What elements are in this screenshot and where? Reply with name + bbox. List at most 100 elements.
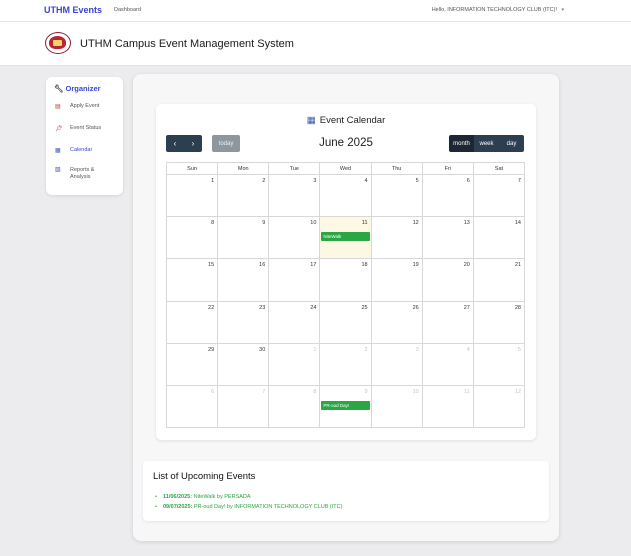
calendar-day-cell[interactable]: 29 — [167, 343, 219, 385]
day-number: 2 — [262, 178, 266, 184]
day-number: 26 — [412, 304, 419, 311]
day-number: 9 — [364, 388, 368, 395]
sidebar-item-event-status[interactable]: 📌︎ Event Status — [55, 125, 101, 132]
calendar-day-cell[interactable]: 16 — [218, 259, 270, 301]
nav-dashboard-link[interactable]: Dashboard — [114, 7, 141, 13]
sidebar-heading: 🔧︎ Organizer — [54, 84, 101, 93]
page-header: UTHM Campus Event Management System — [0, 22, 631, 66]
sidebar-item-calendar[interactable]: ▦ Calendar — [55, 147, 92, 154]
calendar-day-cell[interactable]: 3 — [269, 175, 321, 217]
upcoming-event-item[interactable]: 11/06/2025: NiteWalk by PERSADA — [155, 492, 342, 502]
calendar-day-cell[interactable]: 12 — [474, 386, 524, 427]
event-text: NiteWalk by PERSADA — [192, 494, 251, 500]
chart-icon: ▧ — [55, 167, 61, 173]
calendar-day-cell[interactable]: 13 — [423, 217, 474, 259]
user-menu[interactable]: Hello, INFORMATION TECHNOLOGY CLUB (ITC)… — [432, 7, 557, 13]
sidebar-item-label: Event Status — [70, 125, 102, 131]
weekday-header: Wed — [320, 163, 372, 174]
day-number: 15 — [208, 262, 215, 269]
calendar-day-cell[interactable]: 9 — [218, 217, 270, 259]
calendar-day-cell[interactable]: 20 — [423, 259, 474, 301]
day-number: 4 — [364, 178, 368, 184]
calendar-day-cell[interactable]: 3 — [372, 343, 423, 385]
weekday-header: Sat — [494, 166, 504, 172]
day-number: 12 — [412, 220, 419, 227]
day-number: 16 — [259, 262, 266, 269]
event-date: 11/06/2025: — [163, 494, 193, 500]
calendar-day-cell[interactable]: 7 — [218, 385, 270, 428]
calendar-day-cell[interactable]: 24 — [269, 301, 321, 343]
calendar-day-cell[interactable]: 14 — [474, 217, 524, 258]
calendar-weeks: 1 2 3 4 5 6 7 8 9 10 11 NiteWalk 12 13 14 15 16 17 18 19 20 2… — [166, 175, 525, 429]
calendar-day-cell[interactable]: 26 — [372, 301, 423, 343]
day-number: 4 — [466, 346, 470, 353]
sidebar-heading-label: Organizer — [65, 84, 101, 93]
calendar-day-cell[interactable]: 22 — [167, 301, 219, 343]
day-number: 24 — [310, 304, 317, 311]
calendar-day-cell[interactable]: 23 — [218, 301, 270, 343]
calendar-day-cell[interactable]: 17 — [269, 259, 321, 301]
sidebar-item-apply-event[interactable]: ▤ Apply Event — [55, 103, 99, 110]
view-day-button[interactable]: day — [499, 135, 524, 152]
calendar-week-row: 15 16 17 18 19 20 21 — [166, 259, 525, 302]
calendar-day-cell[interactable]: 11 NiteWalk — [320, 217, 372, 259]
sidebar-item-reports[interactable]: ▧ Reports & Analysis — [55, 167, 113, 181]
calendar-day-cell[interactable]: 15 — [167, 259, 219, 301]
calendar-day-cell[interactable]: 5 — [372, 175, 423, 217]
calendar-day-cell[interactable]: 28 — [474, 302, 524, 343]
calendar-day-cell[interactable]: 2 — [218, 175, 270, 217]
calendar-day-cell[interactable]: 18 — [320, 259, 372, 301]
upcoming-event-item[interactable]: 09/07/2025: PR-oud Day! by INFORMATION T… — [155, 502, 342, 512]
calendar-day-cell[interactable]: 6 — [167, 385, 219, 428]
calendar-day-cell[interactable]: 27 — [423, 301, 474, 343]
calendar-day-cell[interactable]: 2 — [320, 343, 372, 385]
event-text: PR-oud Day! by INFORMATION TECHNOLOGY CL… — [192, 504, 343, 510]
calendar-day-cell[interactable]: 5 — [474, 344, 524, 385]
calendar-title: ▦ Event Calendar — [156, 115, 536, 126]
calendar-card: ▦ Event Calendar ‹ › today June 2025 mont… — [156, 104, 536, 440]
upcoming-events-title: List of Upcoming Events — [153, 471, 256, 482]
calendar-title-label: Event Calendar — [319, 115, 386, 126]
calendar-event[interactable]: PR-oud Day! — [321, 400, 370, 410]
calendar-day-cell[interactable]: 21 — [474, 259, 524, 300]
calendar-day-cell[interactable]: 8 — [167, 217, 219, 259]
calendar-day-cell[interactable]: 30 — [218, 343, 270, 385]
upcoming-events-card: List of Upcoming Events 11/06/2025: Nite… — [143, 461, 549, 521]
weekday-header: Thu — [372, 163, 423, 174]
calendar-day-cell[interactable]: 11 — [423, 385, 474, 428]
top-navbar: UTHM Events Dashboard Hello, INFORMATION… — [0, 0, 631, 22]
wrench-icon: 🔧︎ — [54, 84, 64, 93]
day-number: 27 — [463, 304, 470, 311]
calendar-day-cell[interactable]: 1 — [167, 175, 219, 217]
calendar-day-cell[interactable]: 7 — [474, 175, 524, 216]
sidebar: 🔧︎ Organizer ▤ Apply Event 📌︎ Event Statu… — [46, 77, 123, 195]
day-number: 5 — [517, 346, 521, 353]
calendar-day-cell[interactable]: 9 PR-oud Day! — [320, 385, 372, 428]
calendar-day-cell[interactable]: 1 — [269, 343, 321, 385]
calendar-week-row: 8 9 10 11 NiteWalk 12 13 14 — [166, 217, 525, 260]
day-number: 5 — [415, 178, 419, 184]
chevron-down-icon[interactable]: ▾ — [561, 7, 564, 13]
calendar-day-cell[interactable]: 6 — [423, 175, 474, 217]
day-number: 22 — [208, 304, 215, 311]
calendar-day-cell[interactable]: 8 — [269, 385, 321, 428]
calendar-day-cell[interactable]: 10 — [269, 217, 321, 259]
calendar-day-cell[interactable]: 4 — [320, 175, 372, 217]
view-month-button[interactable]: month — [449, 135, 474, 152]
calendar-week-row: 29 30 1 2 3 4 5 — [166, 343, 525, 386]
calendar-day-cell[interactable]: 25 — [320, 301, 372, 343]
calendar-day-cell[interactable]: 19 — [372, 259, 423, 301]
day-number: 28 — [514, 304, 521, 311]
calendar-day-cell[interactable]: 12 — [372, 217, 423, 259]
brand-link[interactable]: UTHM Events — [44, 5, 102, 15]
calendar-day-cell[interactable]: 10 — [372, 385, 423, 428]
sidebar-item-label: Apply Event — [70, 103, 100, 109]
calendar-day-cell[interactable]: 4 — [423, 343, 474, 385]
pin-icon: 📌︎ — [55, 126, 63, 132]
calendar-week-row: 22 23 24 25 26 27 28 — [166, 301, 525, 344]
day-number: 7 — [517, 178, 521, 184]
view-week-button[interactable]: week — [474, 135, 499, 152]
sidebar-item-label: Calendar — [70, 147, 93, 153]
day-number: 25 — [361, 304, 368, 311]
calendar-event[interactable]: NiteWalk — [321, 232, 370, 242]
